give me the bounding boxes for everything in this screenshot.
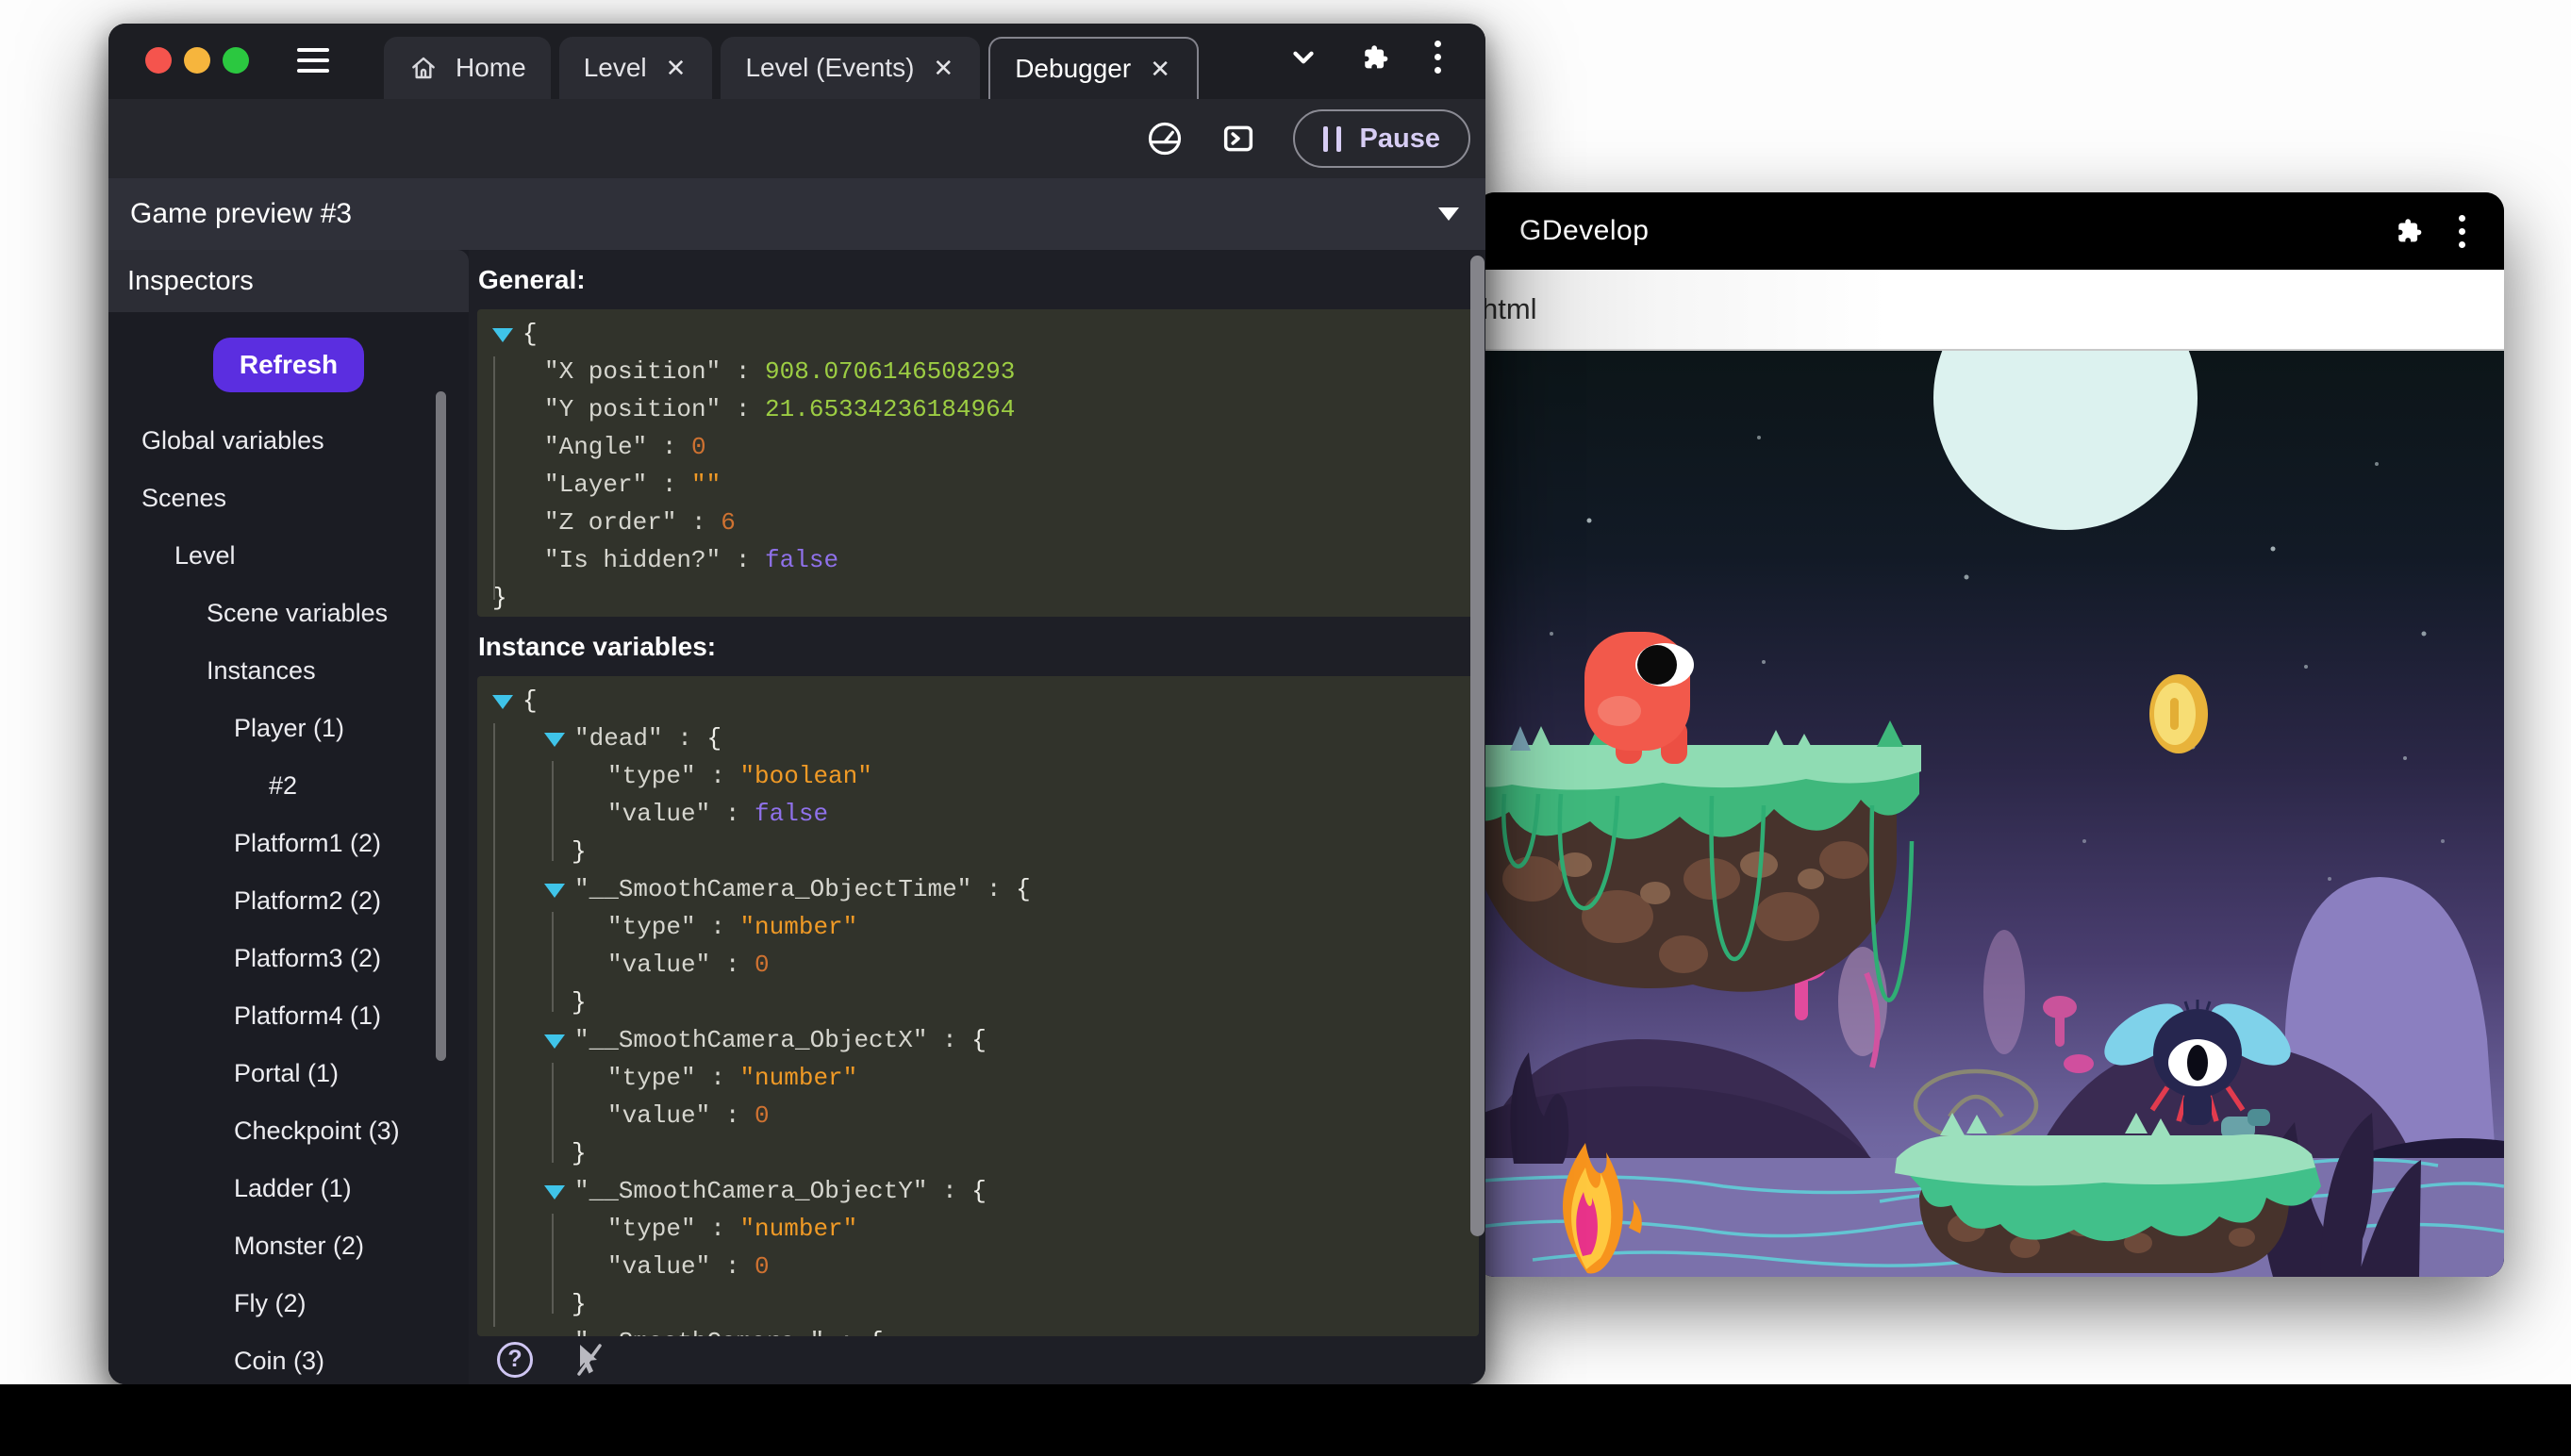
- zoom-window-button[interactable]: [223, 47, 249, 74]
- indent-guide: [493, 356, 495, 600]
- sidebar-scrollbar[interactable]: [436, 391, 446, 1061]
- sidebar-item-global-variables[interactable]: Global variables: [108, 412, 469, 470]
- tabs: Home Level ✕ Level (Events) ✕ Debugger ✕: [384, 37, 1199, 99]
- tab-label: Level: [584, 53, 647, 83]
- collapse-triangle-icon[interactable]: [544, 733, 565, 747]
- preview-selector[interactable]: Game preview #3: [108, 178, 1485, 250]
- debugger-content: Inspectors Refresh Global variables Scen…: [108, 250, 1485, 1384]
- close-tab-icon[interactable]: ✕: [931, 54, 955, 83]
- pause-icon: [1323, 126, 1341, 152]
- gdevelop-address-bar[interactable]: html: [1476, 270, 2504, 351]
- debugger-toolbar: Pause: [108, 99, 1485, 178]
- desktop-bottom-band: [0, 1384, 2571, 1456]
- indent-guide: [552, 1214, 554, 1314]
- sidebar-item-player[interactable]: Player (1): [108, 700, 469, 757]
- sidebar-item-instances[interactable]: Instances: [108, 642, 469, 700]
- instance-variables-label: Instance variables:: [478, 632, 1485, 662]
- element-picker-disabled-icon[interactable]: [571, 1341, 608, 1379]
- tab-level[interactable]: Level ✕: [559, 37, 713, 99]
- tab-strip: Home Level ✕ Level (Events) ✕ Debugger ✕: [108, 24, 1485, 99]
- overflow-menu-kebab-icon[interactable]: [1435, 41, 1442, 74]
- sidebar-item-instance-2[interactable]: #2: [108, 757, 469, 815]
- tab-label: Level (Events): [745, 53, 914, 83]
- bottom-bar: ?: [469, 1334, 1485, 1384]
- tab-home[interactable]: Home: [384, 37, 551, 99]
- tab-debugger[interactable]: Debugger ✕: [988, 37, 1199, 99]
- general-json-panel: { "X position" : 908.0706146508293 "Y po…: [477, 309, 1479, 617]
- address-text-fragment: html: [1482, 292, 1537, 326]
- sidebar-item-platform1[interactable]: Platform1 (2): [108, 815, 469, 872]
- sidebar-item-portal[interactable]: Portal (1): [108, 1045, 469, 1102]
- refresh-button[interactable]: Refresh: [213, 338, 364, 392]
- indent-guide: [493, 723, 495, 1327]
- sidebar-item-scene-variables[interactable]: Scene variables: [108, 585, 469, 642]
- inspectors-header: Inspectors: [108, 250, 469, 312]
- indent-guide: [552, 761, 554, 861]
- gdevelop-preview-window: GDevelop html: [1476, 192, 2504, 1277]
- window-controls: [145, 47, 249, 74]
- collapse-triangle-icon[interactable]: [544, 884, 565, 898]
- minimize-window-button[interactable]: [184, 47, 210, 74]
- console-icon[interactable]: [1219, 120, 1257, 157]
- sidebar-item-platform2[interactable]: Platform2 (2): [108, 872, 469, 930]
- dropdown-caret-icon[interactable]: [1438, 207, 1459, 221]
- puzzle-extension-icon[interactable]: [2395, 215, 2427, 247]
- sidebar-item-coin[interactable]: Coin (3): [108, 1332, 469, 1384]
- tab-label: Home: [456, 53, 526, 83]
- puzzle-extension-icon[interactable]: [1361, 41, 1393, 74]
- screenshot-stage: GDevelop html: [0, 0, 2571, 1456]
- tab-level-events[interactable]: Level (Events) ✕: [721, 37, 980, 99]
- pause-label: Pause: [1360, 124, 1440, 155]
- tab-label: Debugger: [1015, 54, 1131, 84]
- tabstrip-right-icons: [1287, 41, 1485, 74]
- preview-title: Game preview #3: [130, 198, 352, 230]
- home-icon: [408, 53, 439, 83]
- profiler-speed-icon[interactable]: [1146, 120, 1184, 157]
- chevron-down-icon[interactable]: [1287, 41, 1319, 74]
- hamburger-menu-icon[interactable]: [297, 48, 329, 79]
- close-tab-icon[interactable]: ✕: [1148, 55, 1172, 84]
- gdevelop-title: GDevelop: [1519, 215, 1649, 247]
- sidebar-item-level[interactable]: Level: [108, 527, 469, 585]
- inspector-detail-pane: General: { "X position" : 908.0706146508…: [469, 250, 1485, 1384]
- collapse-triangle-icon[interactable]: [544, 1185, 565, 1200]
- inspector-tree: Global variables Scenes Level Scene vari…: [108, 412, 469, 1384]
- sidebar-item-fly[interactable]: Fly (2): [108, 1275, 469, 1332]
- coin: [2149, 674, 2208, 753]
- sidebar-item-platform3[interactable]: Platform3 (2): [108, 930, 469, 987]
- sidebar-item-checkpoint[interactable]: Checkpoint (3): [108, 1102, 469, 1160]
- collapse-triangle-icon[interactable]: [492, 328, 513, 342]
- close-window-button[interactable]: [145, 47, 172, 74]
- detail-pane-scrollbar[interactable]: [1470, 256, 1485, 1236]
- gdevelop-titlebar: GDevelop: [1476, 192, 2504, 270]
- game-canvas: [1476, 351, 2504, 1277]
- pause-button[interactable]: Pause: [1293, 109, 1470, 168]
- sidebar-item-ladder[interactable]: Ladder (1): [108, 1160, 469, 1217]
- debugger-window: Home Level ✕ Level (Events) ✕ Debugger ✕: [108, 24, 1485, 1384]
- sidebar-item-monster[interactable]: Monster (2): [108, 1217, 469, 1275]
- instance-variables-json-panel: { "dead" : { "type" : "boolean" "value" …: [477, 676, 1479, 1336]
- sidebar-item-scenes[interactable]: Scenes: [108, 470, 469, 527]
- inspectors-sidebar: Inspectors Refresh Global variables Scen…: [108, 250, 469, 1384]
- collapse-triangle-icon[interactable]: [492, 695, 513, 709]
- sidebar-item-platform4[interactable]: Platform4 (1): [108, 987, 469, 1045]
- close-tab-icon[interactable]: ✕: [664, 54, 688, 83]
- indent-guide: [552, 912, 554, 1012]
- indent-guide: [552, 1063, 554, 1163]
- gdevelop-menu-kebab-icon[interactable]: [2459, 215, 2466, 248]
- collapse-triangle-icon[interactable]: [544, 1034, 565, 1049]
- general-section-label: General:: [478, 265, 1485, 295]
- help-icon[interactable]: ?: [497, 1342, 533, 1378]
